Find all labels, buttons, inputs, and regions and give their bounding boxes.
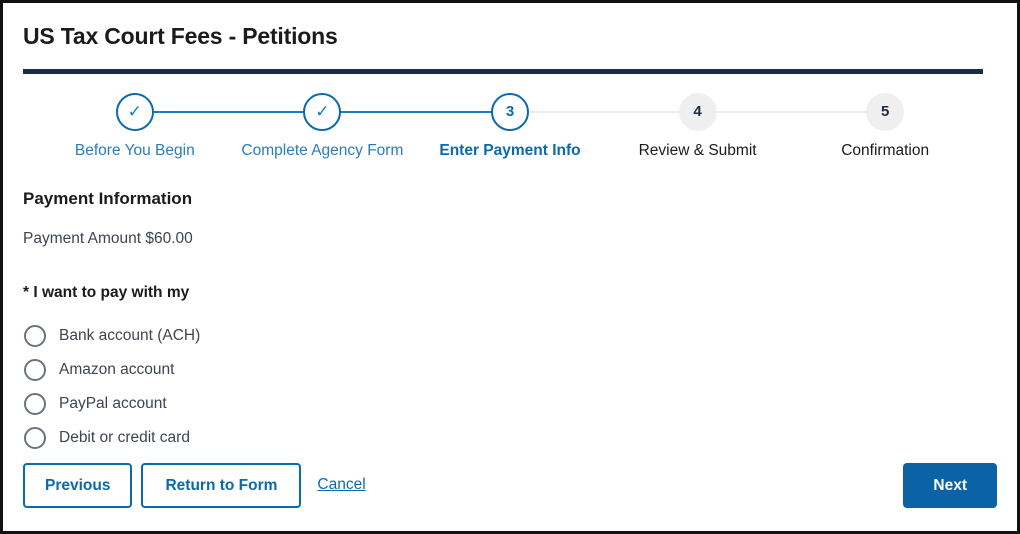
payment-method-radio-group[interactable]: Bank account (ACH) Amazon account PayPal a… [23,319,997,455]
radio-button-icon[interactable] [24,358,46,381]
radio-button-icon[interactable] [24,324,46,347]
progress-stepper: ✓ Before You Begin ✓ Complete Agency Form 3 E… [23,92,997,173]
stepper-step-label: Complete Agency Form [241,141,404,159]
stepper-step-label: Enter Payment Info [439,141,581,159]
previous-button[interactable]: Previous [23,462,133,508]
page-title: US Tax Court Fees - Petitions [23,23,338,49]
pay-with-label: * I want to pay with my [23,283,190,301]
payment-method-label: Amazon account [59,360,175,378]
payment-method-option[interactable]: Bank account (ACH) [23,319,997,353]
step-number-badge: 3 [490,92,529,131]
title-divider [23,68,983,74]
stepper-step-label: Confirmation [841,141,930,159]
step-complete-check-icon: ✓ [115,92,154,131]
radio-button-icon[interactable] [24,392,46,415]
stepper-steps: ✓ Before You Begin ✓ Complete Agency Form 3 E… [23,92,997,161]
payment-method-option[interactable]: Amazon account [23,353,997,387]
next-button[interactable]: Next [903,462,997,508]
payment-amount-text: Payment Amount $60.00 [23,229,193,247]
payment-method-label: PayPal account [59,394,167,412]
payment-method-label: Bank account (ACH) [59,326,201,344]
stepper-step-2[interactable]: ✓ Complete Agency Form [229,92,417,161]
return-to-form-button[interactable]: Return to Form [141,462,302,508]
stepper-step-3: 3 Enter Payment Info [416,92,604,161]
step-number-badge: 5 [866,92,905,131]
radio-button-icon[interactable] [24,426,46,449]
cancel-link[interactable]: Cancel [317,476,365,494]
payment-method-option[interactable]: PayPal account [23,387,997,421]
action-button-bar: Previous Return to Form Cancel Next [23,462,997,508]
step-complete-check-icon: ✓ [303,92,342,131]
stepper-step-4: 4 Review & Submit [604,92,792,161]
application-window: US Tax Court Fees - Petitions ✓ Before Yo… [0,0,1020,534]
stepper-step-label: Review & Submit [638,141,757,159]
stepper-step-5: 5 Confirmation [791,92,979,161]
payment-information-heading: Payment Information [23,188,193,208]
stepper-step-1[interactable]: ✓ Before You Begin [41,92,229,161]
payment-method-label: Debit or credit card [59,428,190,446]
check-icon: ✓ [315,101,330,121]
page-content: US Tax Court Fees - Petitions ✓ Before Yo… [3,3,1017,531]
check-icon: ✓ [127,101,142,121]
stepper-step-label: Before You Begin [74,141,195,159]
step-number-badge: 4 [678,92,717,131]
payment-method-option[interactable]: Debit or credit card [23,421,997,455]
